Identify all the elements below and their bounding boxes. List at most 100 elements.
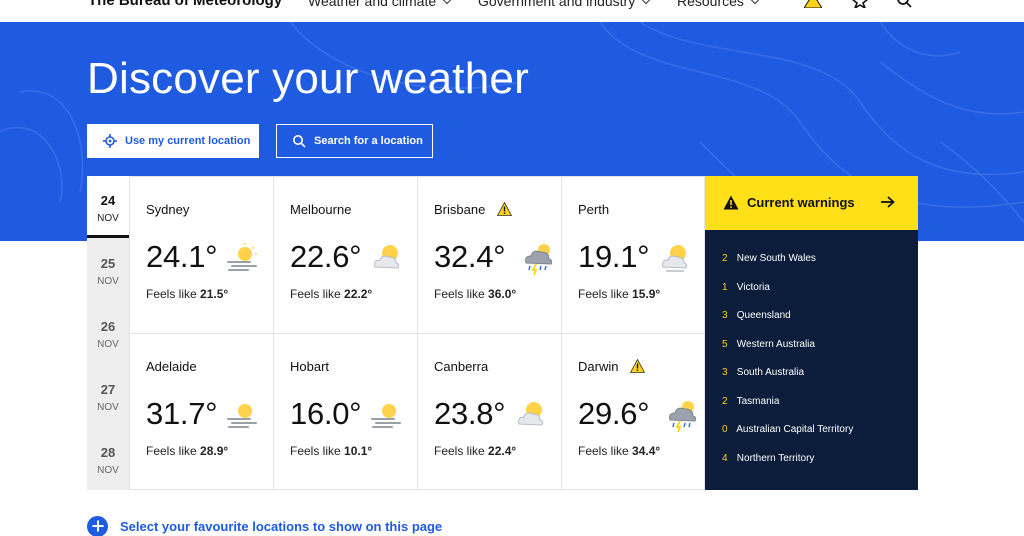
day-month: NOV	[97, 465, 119, 476]
nav-government-and-industry[interactable]: Government and industry	[478, 0, 651, 9]
arrow-right-icon	[881, 196, 895, 208]
feels-like: Feels like 36.0°	[434, 287, 516, 301]
feels-like-value: 21.5°	[200, 287, 229, 301]
city-card-adelaide[interactable]: Adelaide 31.7° Feels like 28.9°	[129, 333, 273, 490]
city-temperature: 16.0°	[290, 396, 362, 431]
feels-like-label: Feels like	[146, 444, 197, 458]
plus-icon	[87, 515, 108, 536]
warning-item-queensland[interactable]: 3 Queensland	[722, 310, 791, 321]
chevron-down-icon	[641, 0, 651, 5]
city-card-darwin[interactable]: Darwin 29.6° Feels like 34.4°	[561, 333, 705, 490]
warning-count: 3	[722, 367, 728, 378]
feels-like: Feels like 22.2°	[290, 287, 372, 301]
day-tab[interactable]: 27 NOV	[87, 365, 129, 427]
search-location-label: Search for a location	[314, 135, 423, 147]
day-number: 27	[100, 382, 116, 397]
warning-count: 5	[722, 339, 728, 350]
use-current-location-label: Use my current location	[125, 135, 251, 147]
feels-like: Feels like 10.1°	[290, 444, 372, 458]
day-tab[interactable]: 26 NOV	[87, 302, 129, 364]
forecast-card: 24 NOV 25 NOV 26 NOV 27 NOV 28 NOV Sydne…	[87, 176, 705, 490]
warning-item-south-australia[interactable]: 3 South Australia	[722, 367, 804, 378]
day-number: 25	[100, 256, 116, 271]
feels-like-label: Feels like	[578, 444, 629, 458]
feels-like-label: Feels like	[146, 287, 197, 301]
city-card-melbourne[interactable]: Melbourne 22.6° Feels like 22.2°	[273, 176, 417, 333]
day-number: 28	[100, 445, 116, 460]
city-name: Brisbane	[434, 202, 486, 217]
warning-count: 0	[722, 424, 728, 435]
warning-region: Victoria	[736, 282, 770, 293]
warning-item-tasmania[interactable]: 2 Tasmania	[722, 396, 779, 407]
city-temperature: 31.7°	[146, 396, 218, 431]
page-title: Discover your weather	[87, 54, 529, 103]
warning-item-western-australia[interactable]: 5 Western Australia	[722, 339, 815, 350]
warning-region: South Australia	[736, 367, 805, 378]
partly-cloudy-icon	[662, 245, 688, 272]
star-icon[interactable]	[851, 0, 869, 8]
partly-cloudy-icon	[518, 402, 544, 426]
current-warnings-button[interactable]: Current warnings	[705, 176, 918, 230]
locate-icon	[103, 134, 117, 148]
city-name: Adelaide	[146, 359, 197, 374]
search-location-button[interactable]: Search for a location	[276, 124, 433, 158]
site-brand[interactable]: The Bureau of Meteorology	[88, 0, 282, 9]
search-icon	[293, 135, 306, 148]
feels-like-value: 15.9°	[632, 287, 661, 301]
warning-count: 3	[722, 310, 728, 321]
use-current-location-button[interactable]: Use my current location	[87, 124, 259, 158]
warning-item-victoria[interactable]: 1 Victoria	[722, 282, 770, 293]
nav-resources[interactable]: Resources	[677, 0, 760, 9]
city-name: Canberra	[434, 359, 489, 374]
feels-like-label: Feels like	[290, 287, 341, 301]
warning-region: Queensland	[736, 310, 791, 321]
feels-like: Feels like 22.4°	[434, 444, 516, 458]
warning-icon	[723, 195, 739, 210]
warning-region: Tasmania	[736, 396, 780, 407]
warning-item-australian-capital-territory[interactable]: 0 Australian Capital Territory	[722, 424, 853, 435]
day-number: 26	[100, 319, 116, 334]
city-temperature: 24.1°	[146, 239, 218, 274]
city-card-perth[interactable]: Perth 19.1° Feels like 15.9°	[561, 176, 705, 333]
nav-weather-and-climate[interactable]: Weather and climate	[308, 0, 452, 9]
warning-region: Western Australia	[736, 339, 815, 350]
select-favourite-locations-link[interactable]: Select your favourite locations to show …	[87, 515, 442, 536]
day-tab[interactable]: 25 NOV	[87, 239, 129, 301]
city-card-hobart[interactable]: Hobart 16.0° Feels like 10.1°	[273, 333, 417, 490]
feels-like-value: 22.2°	[344, 287, 373, 301]
city-name: Hobart	[290, 359, 330, 374]
day-month: NOV	[97, 213, 119, 224]
warning-icon[interactable]	[804, 0, 822, 8]
feels-like: Feels like 21.5°	[146, 287, 228, 301]
city-card-brisbane[interactable]: Brisbane 32.4° Feels like 36.0°	[417, 176, 561, 333]
city-card-canberra[interactable]: Canberra 23.8° Feels like 22.4°	[417, 333, 561, 490]
feels-like-label: Feels like	[578, 287, 629, 301]
select-favourite-locations-label: Select your favourite locations to show …	[120, 518, 443, 534]
feels-like-label: Feels like	[290, 444, 341, 458]
city-name: Darwin	[578, 359, 619, 374]
city-name: Perth	[578, 202, 610, 217]
storm-icon	[669, 401, 697, 432]
day-tab[interactable]: 28 NOV	[87, 428, 129, 490]
feels-like-value: 22.4°	[488, 444, 517, 458]
warning-item-northern-territory[interactable]: 4 Northern Territory	[722, 453, 814, 464]
nav-item-label: Resources	[677, 0, 744, 9]
feels-like-label: Feels like	[434, 287, 485, 301]
warning-count: 4	[722, 453, 728, 464]
city-name: Sydney	[146, 202, 190, 217]
day-tab[interactable]: 24 NOV	[87, 176, 129, 238]
haze-sun-icon	[227, 404, 257, 428]
warning-count: 1	[722, 282, 728, 293]
day-month: NOV	[97, 276, 119, 287]
warning-count: 2	[722, 396, 728, 407]
feels-like: Feels like 34.4°	[578, 444, 660, 458]
city-card-sydney[interactable]: Sydney 24.1° Feels like 21.5°	[129, 176, 273, 333]
warning-count: 2	[722, 253, 728, 264]
warning-icon	[630, 359, 645, 373]
search-icon[interactable]	[896, 0, 914, 8]
city-temperature: 29.6°	[578, 396, 650, 431]
feels-like-value: 28.9°	[200, 444, 229, 458]
warning-icon	[497, 202, 512, 216]
warning-region: Australian Capital Territory	[736, 424, 854, 435]
warning-item-new-south-wales[interactable]: 2 New South Wales	[722, 253, 816, 264]
